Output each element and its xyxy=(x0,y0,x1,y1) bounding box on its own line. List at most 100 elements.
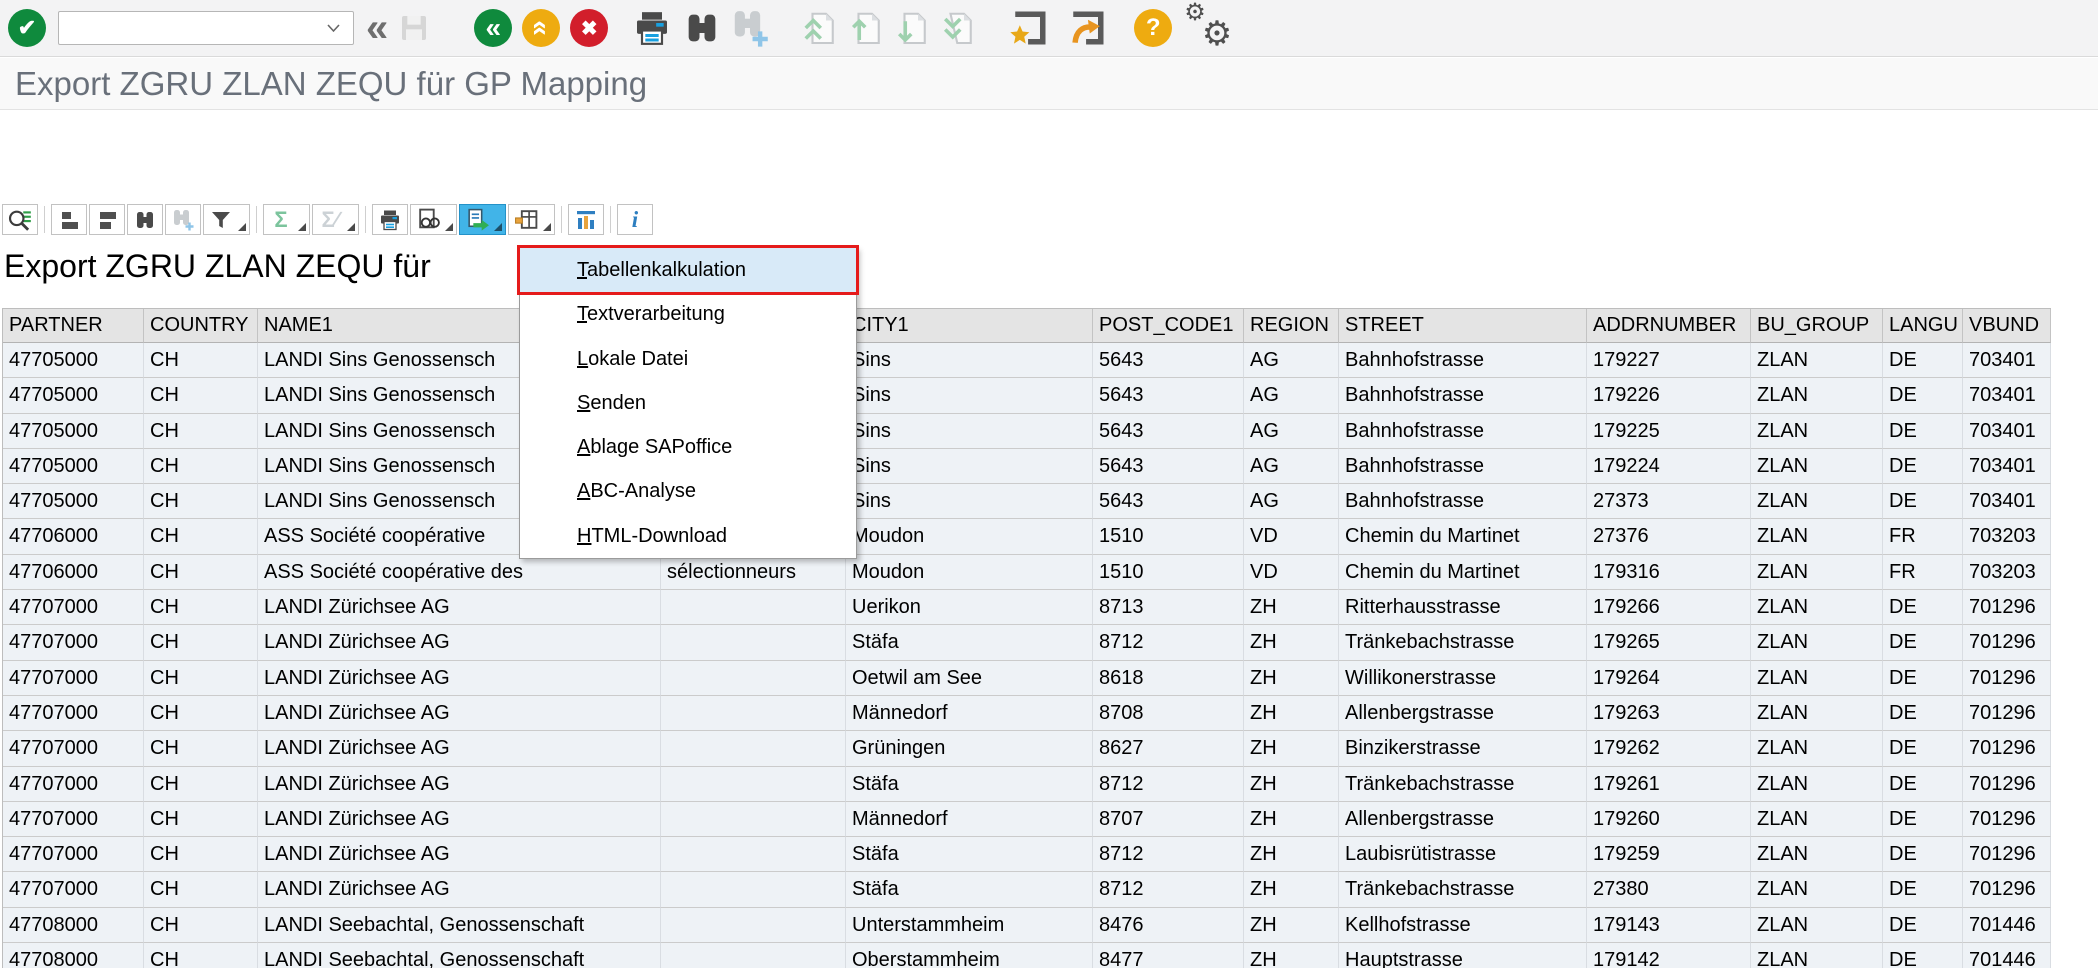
table-cell[interactable]: FR xyxy=(1883,555,1963,590)
table-cell[interactable]: 179143 xyxy=(1587,908,1751,943)
exit-button[interactable]: « xyxy=(522,9,560,47)
table-cell[interactable]: Bahnhofstrasse xyxy=(1339,449,1587,484)
table-cell[interactable]: 701296 xyxy=(1963,625,2051,660)
table-cell[interactable]: Sins xyxy=(846,484,1093,519)
table-cell[interactable]: 179261 xyxy=(1587,767,1751,802)
table-cell[interactable]: LANDI Seebachtal, Genossenschaft xyxy=(258,943,661,968)
table-cell[interactable]: Allenbergstrasse xyxy=(1339,696,1587,731)
table-cell[interactable]: Sins xyxy=(846,449,1093,484)
set-filter-button[interactable] xyxy=(203,204,250,235)
table-cell[interactable]: 8476 xyxy=(1093,908,1244,943)
table-cell[interactable]: ZH xyxy=(1244,731,1339,766)
table-cell[interactable]: ZLAN xyxy=(1751,696,1883,731)
table-cell[interactable]: 179266 xyxy=(1587,590,1751,625)
table-cell[interactable]: 179227 xyxy=(1587,343,1751,378)
details-button[interactable] xyxy=(2,204,38,235)
back-button[interactable]: « xyxy=(474,9,512,47)
chevron-down-icon[interactable] xyxy=(321,24,345,33)
print-preview-button[interactable] xyxy=(410,204,457,235)
table-cell[interactable]: 47707000 xyxy=(3,661,144,696)
table-cell[interactable] xyxy=(661,767,846,802)
help-button[interactable]: ? xyxy=(1134,9,1172,47)
table-cell[interactable]: Kellhofstrasse xyxy=(1339,908,1587,943)
table-cell[interactable]: DE xyxy=(1883,802,1963,837)
table-cell[interactable]: DE xyxy=(1883,449,1963,484)
table-cell[interactable]: ZH xyxy=(1244,802,1339,837)
table-cell[interactable]: 5643 xyxy=(1093,484,1244,519)
table-cell[interactable]: ZH xyxy=(1244,872,1339,907)
table-cell[interactable]: 47707000 xyxy=(3,625,144,660)
command-field[interactable] xyxy=(58,11,354,45)
find-icon[interactable] xyxy=(682,8,722,48)
table-cell[interactable]: ZH xyxy=(1244,590,1339,625)
table-cell[interactable]: DE xyxy=(1883,414,1963,449)
table-cell[interactable]: ZLAN xyxy=(1751,767,1883,802)
sort-ascending-button[interactable] xyxy=(51,204,87,235)
table-cell[interactable]: CH xyxy=(144,908,258,943)
column-header-langu[interactable]: LANGU xyxy=(1883,309,1963,343)
table-cell[interactable]: ZLAN xyxy=(1751,378,1883,413)
table-cell[interactable]: 8712 xyxy=(1093,767,1244,802)
table-cell[interactable]: Sins xyxy=(846,343,1093,378)
choose-layout-button[interactable] xyxy=(508,204,555,235)
table-cell[interactable]: DE xyxy=(1883,661,1963,696)
table-cell[interactable]: ZLAN xyxy=(1751,484,1883,519)
table-cell[interactable]: Allenbergstrasse xyxy=(1339,802,1587,837)
table-cell[interactable]: Chemin du Martinet xyxy=(1339,519,1587,554)
table-cell[interactable]: AG xyxy=(1244,449,1339,484)
table-cell[interactable]: 5643 xyxy=(1093,414,1244,449)
table-cell[interactable]: CH xyxy=(144,625,258,660)
table-cell[interactable]: 703203 xyxy=(1963,519,2051,554)
table-cell[interactable]: DE xyxy=(1883,731,1963,766)
table-cell[interactable]: CH xyxy=(144,943,258,968)
table-cell[interactable]: AG xyxy=(1244,484,1339,519)
table-cell[interactable]: 47707000 xyxy=(3,696,144,731)
column-header-bu_group[interactable]: BU_GROUP xyxy=(1751,309,1883,343)
table-cell[interactable]: 47705000 xyxy=(3,414,144,449)
table-cell[interactable]: 179226 xyxy=(1587,378,1751,413)
table-cell[interactable]: DE xyxy=(1883,590,1963,625)
column-header-addrnumber[interactable]: ADDRNUMBER xyxy=(1587,309,1751,343)
column-header-country[interactable]: COUNTRY xyxy=(144,309,258,343)
table-cell[interactable]: Stäfa xyxy=(846,872,1093,907)
table-cell[interactable]: CH xyxy=(144,872,258,907)
table-cell[interactable]: CH xyxy=(144,590,258,625)
table-cell[interactable]: ZLAN xyxy=(1751,661,1883,696)
column-header-region[interactable]: REGION xyxy=(1244,309,1339,343)
table-cell[interactable]: ZH xyxy=(1244,943,1339,968)
table-cell[interactable]: 179262 xyxy=(1587,731,1751,766)
table-cell[interactable]: ZLAN xyxy=(1751,943,1883,968)
table-cell[interactable]: LANDI Zürichsee AG xyxy=(258,661,661,696)
table-cell[interactable]: CH xyxy=(144,484,258,519)
table-cell[interactable]: VD xyxy=(1244,555,1339,590)
table-cell[interactable]: DE xyxy=(1883,696,1963,731)
table-cell[interactable]: CH xyxy=(144,343,258,378)
table-cell[interactable]: CH xyxy=(144,449,258,484)
export-button[interactable] xyxy=(459,204,506,235)
table-cell[interactable]: CH xyxy=(144,519,258,554)
table-cell[interactable]: ZH xyxy=(1244,625,1339,660)
table-cell[interactable]: 47707000 xyxy=(3,731,144,766)
table-cell[interactable]: DE xyxy=(1883,943,1963,968)
table-cell[interactable]: 27380 xyxy=(1587,872,1751,907)
table-cell[interactable]: ZH xyxy=(1244,661,1339,696)
table-cell[interactable]: 701296 xyxy=(1963,802,2051,837)
info-button[interactable]: i xyxy=(617,204,653,235)
print-button[interactable] xyxy=(372,204,408,235)
table-cell[interactable]: 27376 xyxy=(1587,519,1751,554)
table-cell[interactable]: 8627 xyxy=(1093,731,1244,766)
table-cell[interactable]: Oetwil am See xyxy=(846,661,1093,696)
table-cell[interactable]: Willikonerstrasse xyxy=(1339,661,1587,696)
table-cell[interactable]: DE xyxy=(1883,343,1963,378)
table-cell[interactable]: ZLAN xyxy=(1751,555,1883,590)
table-cell[interactable]: 701296 xyxy=(1963,661,2051,696)
table-cell[interactable]: 701446 xyxy=(1963,908,2051,943)
table-cell[interactable]: Unterstammheim xyxy=(846,908,1093,943)
table-cell[interactable]: Binzikerstrasse xyxy=(1339,731,1587,766)
table-cell[interactable]: 179265 xyxy=(1587,625,1751,660)
table-cell[interactable]: Hauptstrasse xyxy=(1339,943,1587,968)
table-cell[interactable]: 703203 xyxy=(1963,555,2051,590)
table-cell[interactable]: Stäfa xyxy=(846,625,1093,660)
table-cell[interactable]: LANDI Zürichsee AG xyxy=(258,837,661,872)
table-cell[interactable] xyxy=(661,802,846,837)
